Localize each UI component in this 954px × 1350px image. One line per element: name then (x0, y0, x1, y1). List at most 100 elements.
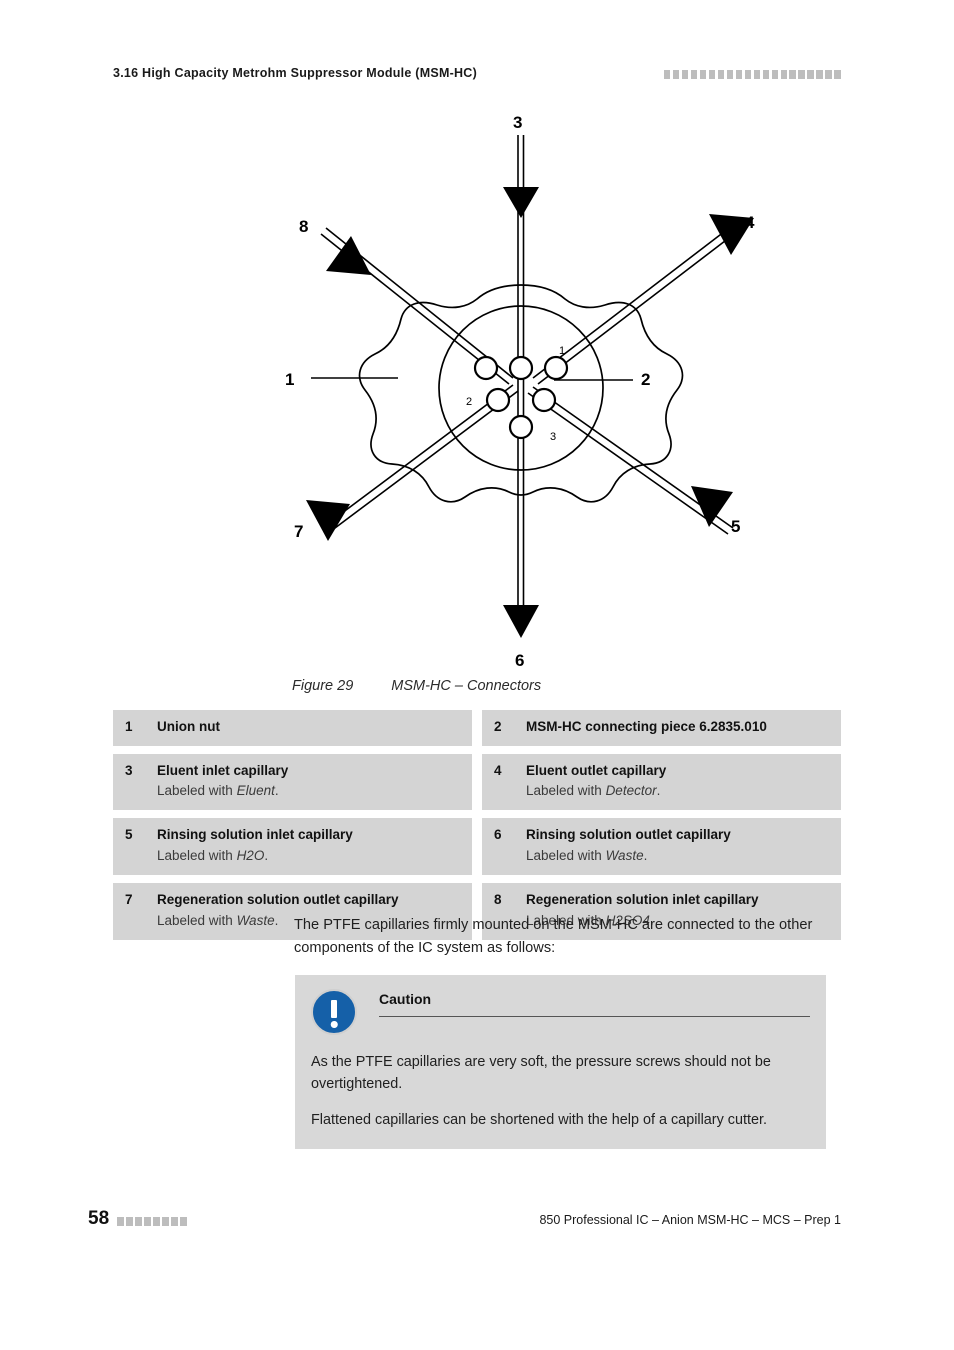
legend-item-subtitle: Labeled with H2O. (157, 847, 269, 863)
decoration-square (180, 1217, 187, 1226)
decoration-square (780, 70, 788, 79)
decoration-square (789, 70, 797, 79)
decoration-square (735, 70, 743, 79)
decoration-square (663, 70, 671, 79)
connecting-piece-circle (438, 305, 604, 471)
page-number: 58 (88, 1208, 110, 1229)
legend-item-number: 7 (125, 892, 133, 908)
decoration-square (726, 70, 734, 79)
port-label-1: 1 (559, 345, 565, 357)
footer-decoration-squares (117, 1212, 187, 1226)
legend-item-body: Eluent inlet capillary Labeled with Eluen… (157, 761, 462, 802)
legend-item-title: Eluent inlet capillary (157, 762, 289, 778)
decoration-square (171, 1217, 178, 1226)
page-footer: 58 850 Professional IC – Anion MSM-HC – … (88, 1208, 841, 1232)
caution-callout-box: Caution As the PTFE capillaries are very… (295, 975, 826, 1149)
header-section-title: 3.16 High Capacity Metrohm Suppressor Mo… (113, 66, 477, 80)
callout-1: 1 (285, 370, 294, 389)
legend-item: 1 Union nut (113, 710, 472, 746)
decoration-square (672, 70, 680, 79)
header-decoration-squares (663, 70, 841, 79)
exclamation-dot (330, 1021, 338, 1028)
legend-item-number: 4 (494, 762, 502, 778)
legend-item-label-value: H2O (236, 847, 265, 863)
legend-item-body: Union nut (157, 717, 462, 737)
callout-8: 8 (299, 217, 308, 236)
caution-header: Caution (311, 989, 810, 1035)
body-paragraph: The PTFE capillaries firmly mounted on t… (294, 917, 813, 956)
decoration-square (153, 1217, 160, 1226)
legend-item: 4 Eluent outlet capillary Labeled with Det… (482, 753, 841, 811)
decoration-square (162, 1217, 169, 1226)
figure-caption-number: Figure 29 (292, 678, 354, 694)
figure-msm-hc-connectors: 1 2 3 1 2 3 4 5 6 7 8 (113, 100, 841, 670)
callout-5: 5 (731, 517, 740, 536)
legend-item-title: Eluent outlet capillary (526, 762, 667, 778)
exclamation-icon (311, 989, 357, 1035)
decoration-square (744, 70, 752, 79)
legend-item: 2 MSM-HC connecting piece 6.2835.010 (482, 710, 841, 746)
decoration-square (144, 1217, 151, 1226)
caution-divider (379, 1016, 810, 1017)
legend-item: 6 Rinsing solution outlet capillary Labele… (482, 818, 841, 876)
legend-item-body: Rinsing solution outlet capillary Labeled… (526, 825, 831, 866)
legend-item-number: 2 (494, 719, 502, 734)
decoration-square (717, 70, 725, 79)
connector-diagram-svg: 1 2 3 1 2 3 4 5 6 7 8 (285, 113, 755, 670)
caution-title: Caution (379, 991, 432, 1007)
page-header: 3.16 High Capacity Metrohm Suppressor Mo… (113, 66, 841, 88)
legend-item-title: Rinsing solution inlet capillary (157, 827, 353, 843)
decoration-square (825, 70, 833, 79)
decoration-square (126, 1217, 133, 1226)
callout-4: 4 (745, 213, 755, 232)
port-label-3: 3 (550, 431, 556, 443)
caution-title-wrap: Caution (379, 989, 810, 1017)
legend-item-number: 5 (125, 827, 133, 843)
legend-item-title: MSM-HC connecting piece 6.2835.010 (526, 719, 767, 734)
decoration-square (690, 70, 698, 79)
legend-item-body: Eluent outlet capillary Labeled with Dete… (526, 761, 831, 802)
legend-item: 3 Eluent inlet capillary Labeled with Elue… (113, 753, 472, 811)
caution-paragraph-1: As the PTFE capillaries are very soft, t… (311, 1054, 771, 1093)
caution-paragraph-2: Flattened capillaries can be shortened w… (311, 1111, 767, 1128)
callout-3: 3 (513, 113, 522, 132)
legend-item-title: Regeneration solution outlet capillary (157, 892, 399, 908)
decoration-square (798, 70, 806, 79)
decoration-square (117, 1217, 124, 1226)
legend-item-number: 6 (494, 827, 502, 843)
legend-item: 5 Rinsing solution inlet capillary Labeled… (113, 818, 472, 876)
legend-item-body: Rinsing solution inlet capillary Labeled … (157, 825, 462, 866)
legend-item-label-value: Waste (605, 847, 644, 863)
callout-2: 2 (641, 370, 650, 389)
decoration-square (681, 70, 689, 79)
legend-item-subtitle: Labeled with Detector. (526, 783, 661, 799)
decoration-square (807, 70, 815, 79)
legend-item-number: 1 (125, 719, 133, 734)
decoration-square (753, 70, 761, 79)
figure-caption: Figure 29 MSM-HC – Connectors (292, 678, 541, 694)
legend-item-number: 3 (125, 762, 133, 778)
legend-item-label-value: Eluent (236, 783, 275, 799)
figure-caption-text: MSM-HC – Connectors (391, 678, 542, 694)
footer-left: 58 (88, 1208, 187, 1230)
legend-item-title: Union nut (157, 719, 220, 734)
legend-item-subtitle: Labeled with Eluent. (157, 783, 279, 799)
legend-item-title: Rinsing solution outlet capillary (526, 827, 731, 843)
decoration-square (762, 70, 770, 79)
callout-6: 6 (515, 651, 524, 670)
port-circles (473, 355, 569, 440)
legend-item-title: Regeneration solution inlet capillary (526, 892, 759, 908)
decoration-square (816, 70, 824, 79)
port-label-2: 2 (466, 396, 472, 408)
legend-item-label-value: Waste (236, 912, 275, 928)
exclamation-bar (331, 1000, 337, 1018)
legend-item-body: MSM-HC connecting piece 6.2835.010 (526, 717, 831, 737)
figure-legend-table: 1 Union nut 2 MSM-HC connecting piece 6.283… (113, 710, 841, 940)
capillary-3-eluent-inlet (503, 135, 539, 385)
footer-document-title: 850 Professional IC – Anion MSM-HC – MCS… (539, 1213, 841, 1227)
legend-item-number: 8 (494, 892, 502, 908)
decoration-square (135, 1217, 142, 1226)
legend-item-subtitle: Labeled with Waste. (526, 847, 648, 863)
decoration-square (834, 70, 841, 79)
legend-item-label-value: Detector (605, 783, 657, 799)
